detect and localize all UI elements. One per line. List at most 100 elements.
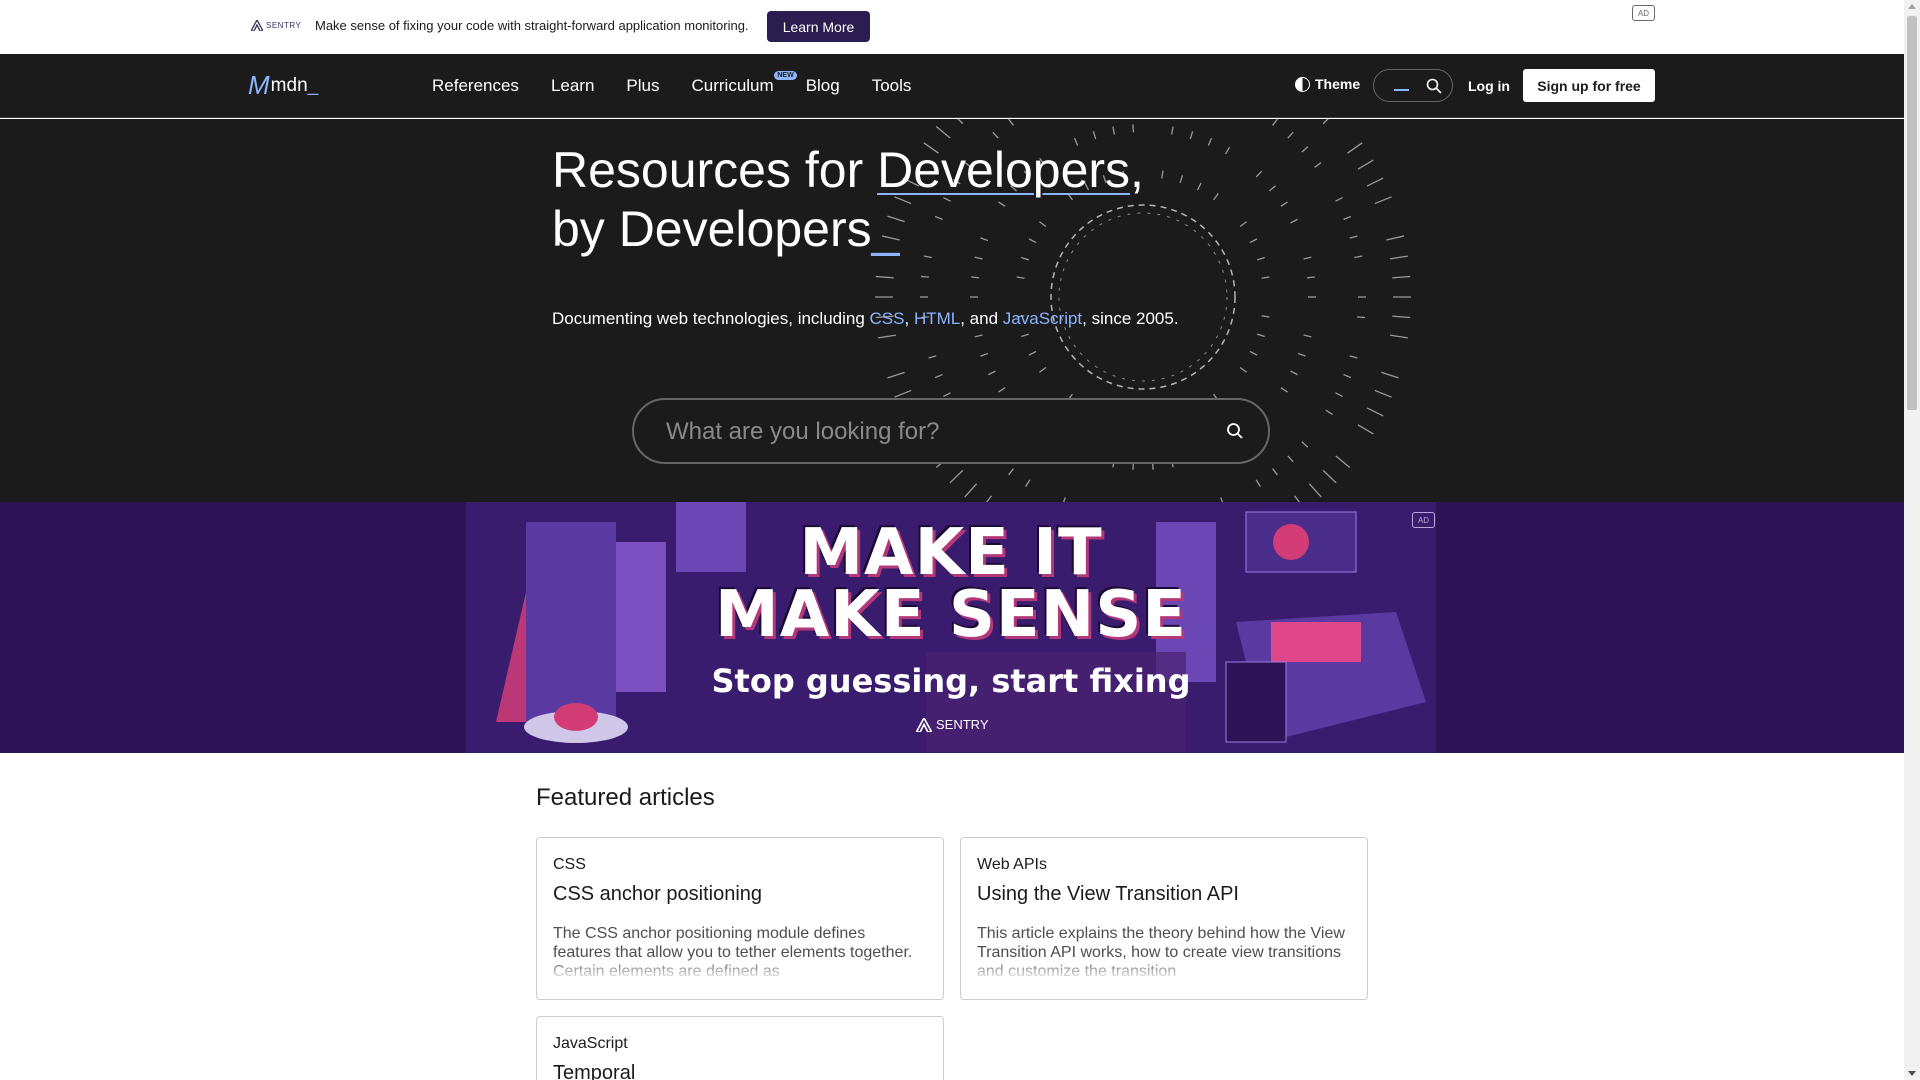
hero-art-dash: [1272, 468, 1278, 476]
hero-art-dash: [1297, 352, 1306, 357]
featured-heading: Featured articles: [536, 784, 715, 811]
hero-art-dash: [1335, 455, 1351, 469]
ad-badge[interactable]: AD: [1632, 5, 1655, 21]
hero-art-dash: [1280, 387, 1288, 393]
hero-title: Resources for Developers, by Developers_: [552, 142, 1144, 257]
article-category[interactable]: Web APIs: [977, 856, 1351, 874]
search-icon: [1426, 78, 1442, 94]
banner-ad-badge[interactable]: AD: [1412, 512, 1435, 528]
theme-label: Theme: [1315, 76, 1361, 92]
hero-art-dash: [1354, 255, 1363, 259]
hero-art-dash: [1347, 142, 1363, 154]
scrollbar-thumb[interactable]: [1907, 16, 1917, 410]
hero-art-dash: [1306, 276, 1315, 279]
search-cursor: [1394, 89, 1409, 91]
javascript-link[interactable]: JavaScript: [1003, 309, 1082, 328]
css-link[interactable]: CSS: [870, 309, 905, 328]
nav-curriculum[interactable]: Curriculum NEW: [691, 71, 797, 96]
hero-art-dash: [1381, 371, 1399, 379]
hero-art-dash: [1021, 333, 1030, 338]
hero-art-dash: [1008, 468, 1014, 476]
banner-sentry-logo: SENTRY: [916, 717, 989, 732]
hero-art-dash: [1357, 316, 1366, 319]
article-title[interactable]: Using the View Transition API: [977, 883, 1351, 906]
hero-art-dash: [894, 389, 912, 398]
hero-art-dash: [1386, 235, 1405, 241]
hero-art-dash: [878, 334, 897, 339]
hero-art-dash: [1374, 389, 1392, 398]
hero-art-dash: [1224, 146, 1231, 155]
article-card[interactable]: Web APIs Using the View Transition API T…: [960, 837, 1368, 1000]
hero-art-dash: [1303, 256, 1312, 260]
hero-art-dash: [1349, 235, 1358, 239]
learn-more-button[interactable]: Learn More: [767, 11, 870, 42]
hero-art-dash: [1272, 119, 1278, 126]
hero-art-dash: [1268, 185, 1276, 192]
page-scrollbar[interactable]: [1904, 0, 1920, 1080]
hero-art-dash: [998, 387, 1006, 393]
hero-art-dash: [935, 125, 951, 139]
nav-tools[interactable]: Tools: [872, 76, 912, 96]
hero-art-dash: [1389, 255, 1408, 260]
hero-art-dash: [1249, 350, 1258, 356]
mdn-logo[interactable]: M mdn_: [248, 70, 318, 100]
hero-art-dash: [1287, 455, 1294, 463]
hero-art-dash: [1374, 196, 1392, 205]
hero-art-dash: [1112, 126, 1115, 135]
hero-art-dash: [1025, 479, 1031, 487]
article-category[interactable]: JavaScript: [553, 1035, 927, 1053]
article-card[interactable]: CSS CSS anchor positioning The CSS ancho…: [536, 837, 944, 1000]
article-category[interactable]: CSS: [553, 856, 927, 874]
new-badge: NEW: [774, 71, 797, 80]
hero-art-dash: [1016, 276, 1025, 279]
theme-button[interactable]: Theme: [1295, 76, 1360, 92]
hero-art-dash: [1290, 218, 1298, 224]
hero-art-dash: [1008, 119, 1014, 126]
hero-art-dash: [1255, 479, 1261, 487]
hero-art-dash: [1092, 131, 1097, 140]
hero-art-dash: [1179, 175, 1184, 184]
html-link[interactable]: HTML: [914, 309, 960, 328]
sentry-logo[interactable]: SENTRY: [251, 20, 301, 31]
article-title[interactable]: CSS anchor positioning: [553, 883, 927, 906]
nav-references[interactable]: References: [432, 76, 519, 96]
hero-art-dash: [1249, 238, 1258, 244]
hero-art-dash: [1349, 355, 1358, 359]
article-card[interactable]: JavaScript Temporal: [536, 1016, 944, 1080]
search-icon[interactable]: [1226, 422, 1244, 440]
nav-blog[interactable]: Blog: [806, 76, 840, 96]
hero-art-dash: [1239, 367, 1247, 373]
banner-subtitle: Stop guessing, start fixing: [711, 662, 1191, 700]
hero-art-dash: [1392, 315, 1411, 319]
hero-art-dash: [971, 276, 980, 279]
nav-learn[interactable]: Learn: [551, 76, 594, 96]
signup-button[interactable]: Sign up for free: [1523, 69, 1655, 102]
hero-art-dash: [928, 355, 937, 359]
hero-art-dash: [957, 119, 964, 125]
hero-search-input[interactable]: What are you looking for?: [632, 398, 1270, 464]
login-link[interactable]: Log in: [1468, 78, 1510, 94]
hero-art-dash: [1357, 424, 1374, 435]
scroll-down-arrow-icon[interactable]: [1908, 1071, 1916, 1076]
hero-art-dash: [949, 469, 964, 484]
article-title[interactable]: Temporal: [553, 1062, 927, 1080]
hero-art-dash: [1207, 137, 1213, 146]
nav-curriculum-label: Curriculum: [691, 76, 774, 95]
mdn-logo-mark: M: [248, 70, 270, 100]
nav-plus[interactable]: Plus: [626, 76, 659, 96]
scroll-up-arrow-icon[interactable]: [1908, 4, 1916, 9]
site-header: M mdn_ References Learn Plus Curriculum N…: [0, 54, 1904, 118]
hero-art-dash: [1343, 374, 1352, 379]
hero-art-dash: [980, 352, 989, 357]
hero-art-dash: [1357, 159, 1374, 170]
hero-art-dash: [1366, 407, 1384, 417]
hero-art-dash: [1322, 119, 1329, 125]
hero-art-dash: [974, 334, 983, 338]
hero-art-dash: [920, 275, 929, 278]
header-search-button[interactable]: [1373, 69, 1453, 102]
hero-art-dash: [1039, 367, 1047, 373]
hero-art-dash: [1308, 483, 1322, 498]
sentry-banner-ad[interactable]: MAKE IT MAKE SENSE Stop guessing, start f…: [0, 502, 1904, 753]
hero-art-dash: [988, 370, 996, 376]
hero-art-dash: [1256, 256, 1265, 261]
